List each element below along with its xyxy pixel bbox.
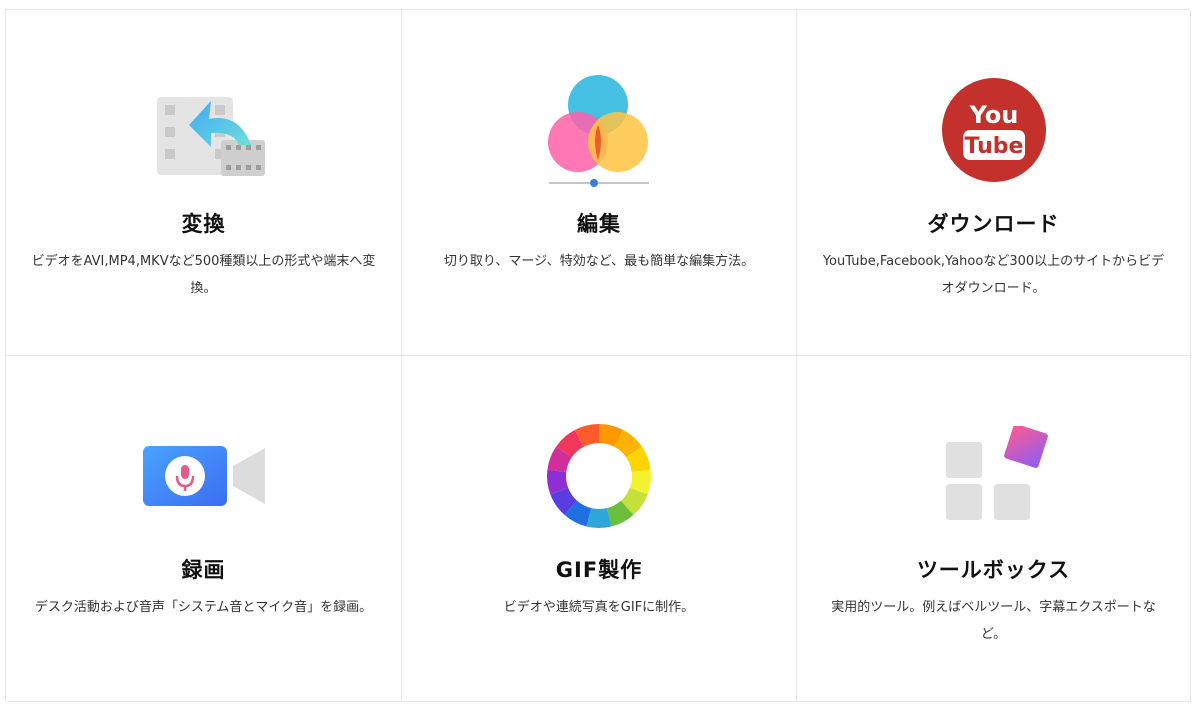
- feature-title: ツールボックス: [916, 558, 1071, 582]
- feature-grid: 変換 ビデオをAVI,MP4,MKVなど500種類以上の形式や端末へ変換。 編集…: [5, 9, 1191, 702]
- feature-title: 変換: [181, 212, 226, 236]
- feature-title: 編集: [577, 212, 621, 236]
- feature-card-convert[interactable]: 変換 ビデオをAVI,MP4,MKVなど500種類以上の形式や端末へ変換。: [6, 10, 402, 356]
- feature-card-gif[interactable]: GIF製作 ビデオや連続写真をGIFに制作。: [402, 356, 797, 702]
- feature-title: 録画: [181, 558, 226, 582]
- feature-title: ダウンロード: [927, 212, 1060, 236]
- feature-card-toolbox[interactable]: ツールボックス 実用的ツール。例えばベルツール、字幕エクスポートなど。: [797, 356, 1191, 702]
- youtube-icon: You Tube: [797, 65, 1190, 195]
- feature-card-edit[interactable]: 編集 切り取り、マージ、特効など、最も簡単な編集方法。: [402, 10, 797, 356]
- feature-description: 切り取り、マージ、特効など、最も簡単な編集方法。: [443, 254, 755, 269]
- feature-card-download[interactable]: You Tube ダウンロード YouTube,Facebook,Yahooなど…: [797, 10, 1191, 356]
- feature-description: デスク活動および音声「システム音とマイク音」を録画。: [34, 600, 373, 615]
- toolbox-icon: [797, 411, 1190, 541]
- feature-description: ビデオや連続写真をGIFに制作。: [503, 600, 695, 615]
- feature-title: GIF製作: [555, 558, 643, 582]
- youtube-icon-text-top: You: [968, 101, 1018, 129]
- feature-description: YouTube,Facebook,Yahooなど300以上のサイトからビデオダウ…: [822, 254, 1165, 296]
- feature-card-record[interactable]: 録画 デスク活動および音声「システム音とマイク音」を録画。: [6, 356, 402, 702]
- youtube-icon-text-bottom: Tube: [964, 134, 1023, 159]
- convert-video-icon: [6, 65, 401, 195]
- color-edit-icon: [402, 65, 796, 195]
- gif-color-wheel-icon: [402, 411, 796, 541]
- feature-description: ビデオをAVI,MP4,MKVなど500種類以上の形式や端末へ変換。: [31, 254, 376, 296]
- feature-description: 実用的ツール。例えばベルツール、字幕エクスポートなど。: [831, 600, 1156, 642]
- record-camera-icon: [6, 411, 401, 541]
